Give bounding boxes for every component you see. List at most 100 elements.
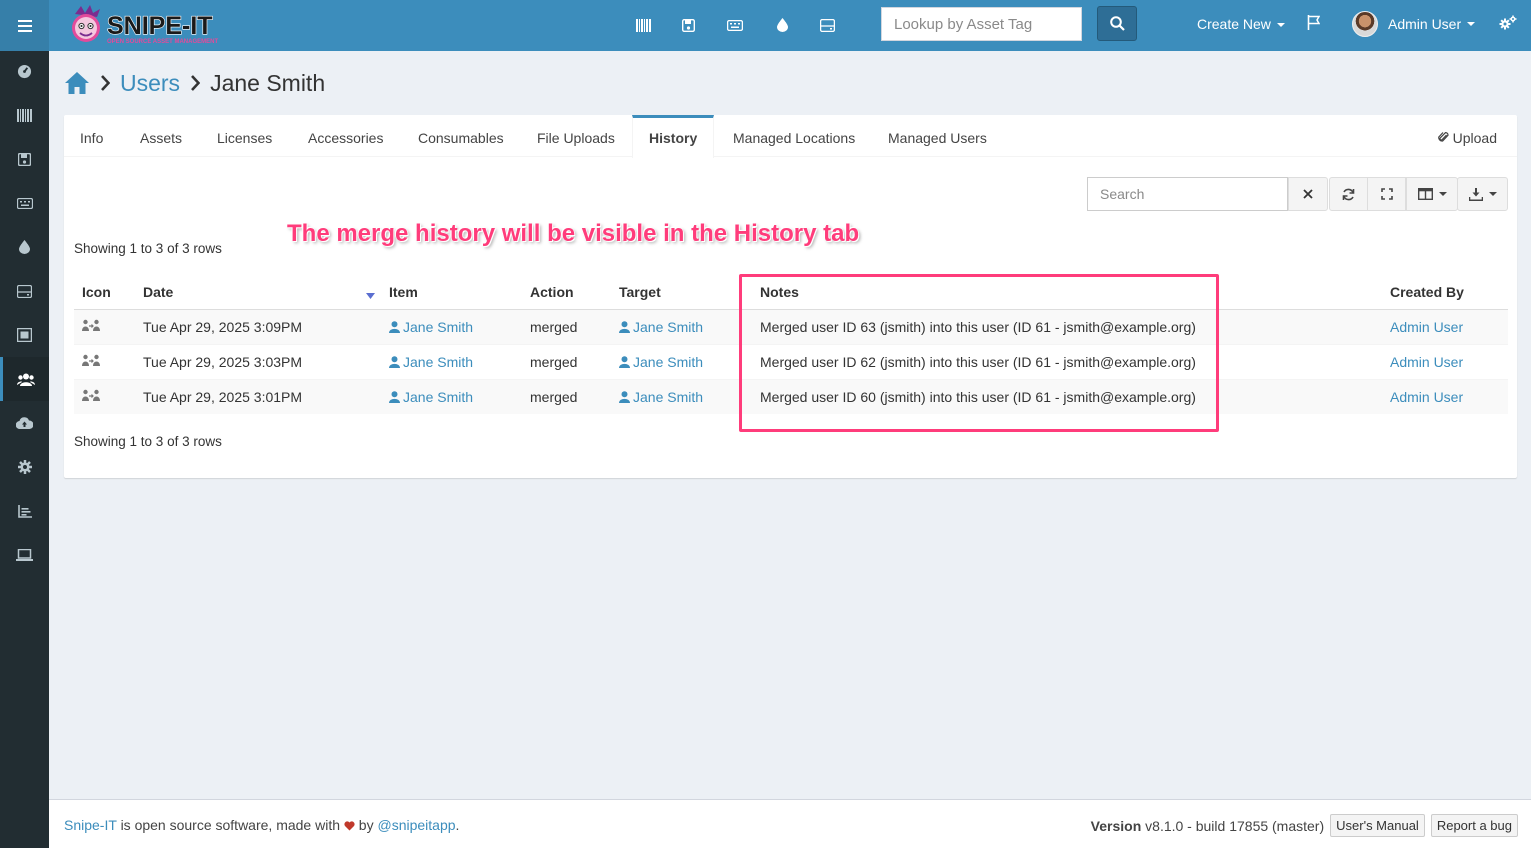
footer-version: Version v8.1.0 - build 17855 (master) Us… [1091,814,1518,837]
created-by-link[interactable]: Admin User [1390,319,1463,335]
home-icon[interactable] [64,71,90,95]
menu-icon [17,19,32,32]
notes-cell: Merged user ID 63 (jsmith) into this use… [752,308,1382,344]
alerts-button[interactable] [1307,15,1321,33]
barcode-icon [635,18,651,32]
sort-desc-icon [366,293,375,299]
admin-settings-button[interactable] [1499,15,1517,34]
user-icon [389,355,400,368]
tab-consumables[interactable]: Consumables [402,115,520,157]
asset-tag-search-button[interactable] [1097,6,1137,41]
header-assets-button[interactable] [631,14,655,36]
header-consumables-button[interactable] [770,14,794,36]
snipe-it-logo[interactable]: SNIPE-IT OPEN SOURCE ASSET MANAGEMENT [67,4,242,47]
sidebar-item-settings[interactable] [0,445,49,489]
version-label: Version [1090,817,1142,834]
sidebar-item-consumables[interactable] [0,225,49,269]
item-link[interactable]: Jane Smith [389,354,473,370]
footer-text: is open source software, made with [120,817,341,833]
item-cell[interactable]: Jane Smith [381,308,522,344]
snipeitapp-link[interactable]: @snipeitapp [377,817,455,833]
sidebar-item-components[interactable] [0,269,49,313]
sidebar [0,0,49,848]
tab-accessories[interactable]: Accessories [292,115,399,157]
sidebar-item-requestable[interactable] [0,533,49,577]
tint-icon [776,18,788,32]
chevron-down-icon [1488,192,1497,196]
laptop-icon [16,549,33,561]
table-search-input[interactable] [1087,177,1288,211]
users-manual-button[interactable]: User's Manual [1330,814,1425,837]
breadcrumb-current: Jane Smith [210,69,326,96]
tab-info[interactable]: Info [64,115,119,157]
created-by-link[interactable]: Admin User [1390,389,1463,405]
column-header-date[interactable]: Date [135,275,381,310]
breadcrumb-users-link[interactable]: Users [120,70,180,97]
upload-button[interactable]: Upload [1437,130,1497,146]
sidebar-item-dashboard[interactable] [0,49,49,93]
sidebar-item-licenses[interactable] [0,137,49,181]
report-bug-button[interactable]: Report a bug [1430,814,1518,837]
item-link[interactable]: Jane Smith [389,319,473,335]
user-detail-box: Info Assets Licenses Accessories Consuma… [64,115,1517,478]
item-cell[interactable]: Jane Smith [381,378,522,414]
tab-assets[interactable]: Assets [124,115,198,157]
fullscreen-icon [1380,188,1393,200]
target-cell[interactable]: Jane Smith [611,308,752,344]
tab-managed-locations[interactable]: Managed Locations [717,115,871,157]
created-by-link[interactable]: Admin User [1390,354,1463,370]
column-header-created-by[interactable]: Created By [1382,275,1508,310]
tab-licenses[interactable]: Licenses [201,115,288,157]
keyboard-icon [727,19,743,31]
target-link[interactable]: Jane Smith [619,354,703,370]
create-new-dropdown[interactable]: Create New [1197,16,1285,32]
heart-icon [344,821,355,831]
target-cell[interactable]: Jane Smith [611,343,752,379]
clear-search-button[interactable] [1288,177,1328,211]
columns-toggle-button[interactable] [1406,177,1458,211]
created-by-cell[interactable]: Admin User [1382,308,1508,344]
merge-icon-cell [74,308,135,344]
tab-managed-users[interactable]: Managed Users [872,115,1003,157]
header-accessories-button[interactable] [723,14,747,36]
target-link[interactable]: Jane Smith [619,319,703,335]
gears-icon [1499,15,1517,30]
refresh-icon [1342,188,1355,200]
sidebar-item-kits[interactable] [0,313,49,357]
sidebar-item-assets[interactable] [0,93,49,137]
created-by-cell[interactable]: Admin User [1382,343,1508,379]
column-header-icon[interactable]: Icon [74,275,135,310]
target-link[interactable]: Jane Smith [619,389,703,405]
refresh-button[interactable] [1329,177,1368,211]
chevron-down-icon [1276,23,1285,28]
keyboard-icon [16,197,33,209]
header-licenses-button[interactable] [676,14,700,36]
snipe-it-link[interactable]: Snipe-IT [64,817,117,833]
footer-credits: Snipe-IT is open source software, made w… [64,817,459,833]
created-by-cell[interactable]: Admin User [1382,378,1508,414]
item-cell[interactable]: Jane Smith [381,343,522,379]
asset-tag-lookup-input[interactable] [881,7,1082,41]
column-header-target[interactable]: Target [611,275,752,310]
sidebar-toggle-button[interactable] [0,0,49,51]
column-header-notes[interactable]: Notes [752,275,1382,310]
user-menu-dropdown[interactable]: Admin User [1352,11,1476,37]
sidebar-item-accessories[interactable] [0,181,49,225]
sidebar-item-import[interactable] [0,401,49,445]
fullscreen-button[interactable] [1367,177,1406,211]
pagination-info-top: Showing 1 to 3 of 3 rows [74,241,222,256]
sidebar-item-users[interactable] [0,357,49,401]
target-cell[interactable]: Jane Smith [611,378,752,414]
create-new-label: Create New [1197,16,1271,32]
header-components-button[interactable] [815,14,839,36]
column-header-item[interactable]: Item [381,275,522,310]
barcode-icon [17,108,32,122]
tab-file-uploads[interactable]: File Uploads [521,115,631,157]
sidebar-item-reports[interactable] [0,489,49,533]
user-icon [619,390,630,403]
tab-history[interactable]: History [632,115,715,158]
date-cell: Tue Apr 29, 2025 3:03PM [135,343,381,379]
column-header-action[interactable]: Action [522,275,611,310]
item-link[interactable]: Jane Smith [389,389,473,405]
export-button[interactable] [1457,177,1508,211]
